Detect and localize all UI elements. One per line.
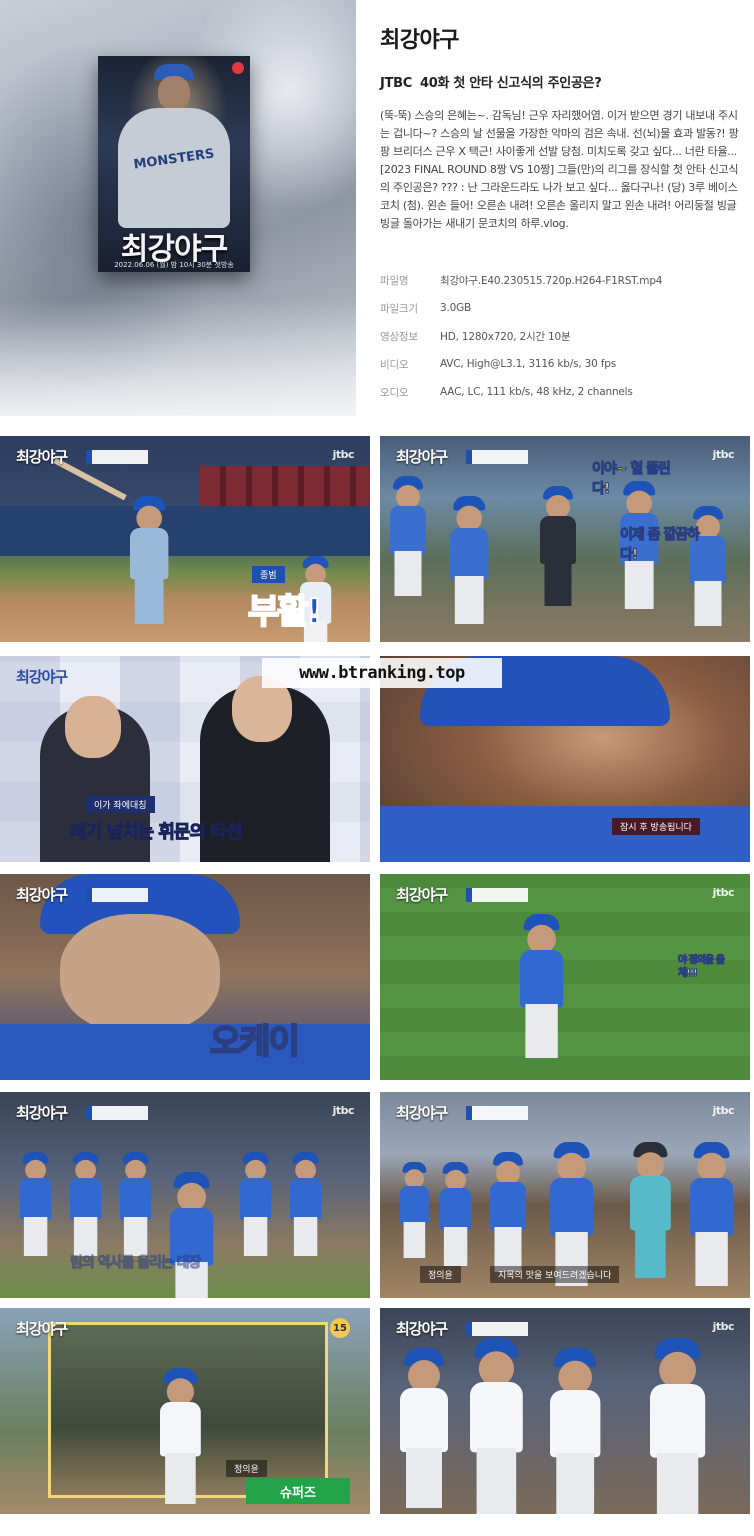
- caption-tag: 이가 좌에대칭: [86, 796, 155, 813]
- show-logo: 최강야구: [16, 1320, 68, 1338]
- file-meta-table: 파일명 최강야구.E40.230515.720p.H264-F1RST.mp4 …: [380, 266, 742, 406]
- caption-top: 이야~ 혈 뚫린다!: [592, 461, 672, 498]
- poster-date: 2022.06.06 (월) 밤 10시 30분 첫방송: [114, 261, 234, 269]
- show-logo: 최강야구: [396, 886, 448, 904]
- scoreboard-overlay: [86, 1106, 148, 1120]
- poster-image: MONSTERS 최강야구 2022.06.06 (월) 밤 10시 30분 첫…: [98, 56, 250, 272]
- screenshot-1[interactable]: 최강야구 jtbc 종범 부활!: [0, 436, 370, 642]
- caption-coming-up: 잠시 후 방송됩니다: [612, 818, 700, 835]
- screenshot-9[interactable]: 최강야구 15 정의윤 슈퍼즈: [0, 1308, 370, 1514]
- meta-key: 파일크기: [380, 302, 418, 315]
- screenshot-2[interactable]: 최강야구 jtbc 이야~ 혈 뚫린다! 이제 좀 깔끔하다!: [380, 436, 750, 642]
- caption-tag: 종범: [252, 566, 285, 583]
- show-logo: 최강야구: [396, 1320, 448, 1338]
- caption-main: 팀의 역사를 올리는 대장: [69, 1255, 201, 1272]
- scoreboard-overlay: [466, 888, 528, 902]
- meta-value: AVC, High@L3.1, 3116 kb/s, 30 fps: [440, 358, 616, 370]
- info-panel: 최강야구 JTBC 40화 첫 안타 신고식의 주인공은? (뚝-뚝) 스승의 은…: [380, 22, 742, 233]
- episode-title: 40화 첫 안타 신고식의 주인공은?: [419, 76, 602, 91]
- network-logo: jtbc: [712, 1104, 735, 1117]
- meta-row-video: 비디오 AVC, High@L3.1, 3116 kb/s, 30 fps: [380, 350, 742, 378]
- meta-row-filesize: 파일크기 3.0GB: [380, 294, 742, 322]
- scoreboard-overlay: [466, 1106, 528, 1120]
- meta-value: AAC, LC, 111 kb/s, 48 kHz, 2 channels: [440, 386, 633, 398]
- caption-bottom: 이제 좀 깔끔하다!: [620, 527, 701, 564]
- screenshot-6[interactable]: 최강야구 jtbc 야 정의윤 올 체!!!: [380, 874, 750, 1080]
- show-logo: 최강야구: [16, 448, 68, 466]
- scoreboard-overlay: [466, 1322, 528, 1336]
- show-logo: 최강야구: [396, 1104, 448, 1122]
- meta-row-audio: 오디오 AAC, LC, 111 kb/s, 48 kHz, 2 channel…: [380, 378, 742, 406]
- network-logo: jtbc: [712, 1320, 735, 1333]
- show-logo: 최강야구: [16, 668, 68, 686]
- age-rating-badge: 15: [330, 1318, 350, 1338]
- screenshot-8[interactable]: 최강야구 jtbc 정의윤 지목의 맛을 보여드려겠습니다: [380, 1092, 750, 1298]
- caption-main: 패기 넘치는 휘문의 타선: [69, 822, 242, 844]
- screenshot-5[interactable]: 최강야구 오케이: [0, 874, 370, 1080]
- header-panel: MONSTERS 최강야구 2022.06.06 (월) 밤 10시 30분 첫…: [0, 0, 754, 416]
- caption-main: 지목의 맛을 보여드려겠습니다: [490, 1266, 620, 1283]
- sponsor-banner: 슈퍼즈: [246, 1478, 350, 1504]
- meta-row-filename: 파일명 최강야구.E40.230515.720p.H264-F1RST.mp4: [380, 266, 742, 294]
- caption-tag: 정의윤: [226, 1460, 267, 1477]
- screenshot-7[interactable]: 최강야구 jtbc 팀의 역사를 올리는 대장: [0, 1092, 370, 1298]
- caption-main: 부활!: [247, 591, 323, 633]
- caption-main: 오케이: [209, 1021, 301, 1063]
- meta-key: 오디오: [380, 386, 409, 399]
- scoreboard-overlay: [466, 450, 528, 464]
- screenshot-10[interactable]: 최강야구 jtbc: [380, 1308, 750, 1514]
- show-logo: 최강야구: [16, 1104, 68, 1122]
- meta-value: 최강야구.E40.230515.720p.H264-F1RST.mp4: [440, 274, 663, 287]
- caption-main: 야 정의윤 올 체!!!: [678, 955, 726, 980]
- network-logo: jtbc: [712, 886, 735, 899]
- meta-value: HD, 1280x720, 2시간 10분: [440, 330, 571, 343]
- meta-key: 영상정보: [380, 330, 418, 343]
- network-logo: jtbc: [332, 1104, 355, 1117]
- site-watermark: www.btranking.top: [262, 658, 502, 688]
- scoreboard-overlay: [86, 888, 148, 902]
- network-logo: jtbc: [332, 448, 355, 461]
- episode-description: (뚝-뚝) 스승의 은혜는~. 감독님! 근우 자리했어염. 이거 받으면 경기…: [380, 109, 739, 230]
- network-logo: jtbc: [712, 448, 735, 461]
- scoreboard-overlay: [86, 450, 148, 464]
- show-logo: 최강야구: [16, 886, 68, 904]
- jtbc-badge-icon: [232, 62, 244, 74]
- meta-row-video-info: 영상정보 HD, 1280x720, 2시간 10분: [380, 322, 742, 350]
- episode-subtitle: JTBC 40화 첫 안타 신고식의 주인공은?: [380, 72, 742, 91]
- show-title: 최강야구: [380, 28, 459, 53]
- network-label: JTBC: [380, 76, 412, 91]
- meta-key: 비디오: [380, 358, 409, 371]
- meta-value: 3.0GB: [440, 302, 472, 314]
- meta-key: 파일명: [380, 274, 409, 287]
- show-logo: 최강야구: [396, 448, 448, 466]
- caption-name: 정의윤: [420, 1266, 461, 1283]
